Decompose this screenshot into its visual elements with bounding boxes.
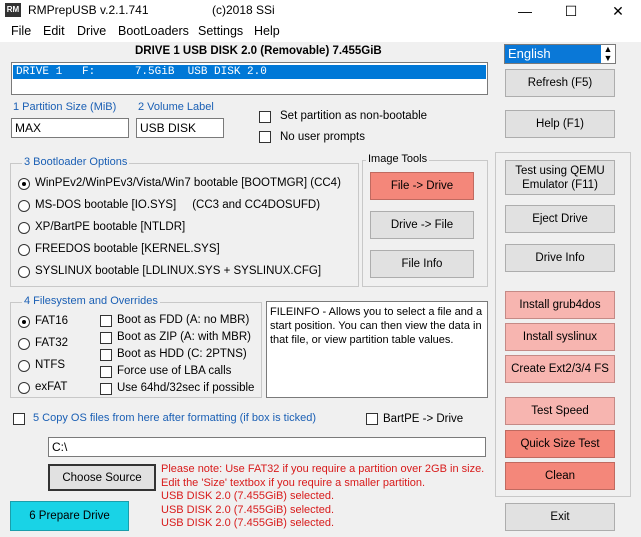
copy-os-checkbox[interactable] (13, 413, 25, 425)
menu-bootloaders[interactable]: BootLoaders (118, 24, 189, 38)
volume-label-label: 2 Volume Label (138, 101, 214, 113)
status-line: USB DISK 2.0 (7.455GiB) selected. (161, 490, 335, 502)
drive-info-button[interactable]: Drive Info (505, 244, 615, 272)
menu-settings[interactable]: Settings (198, 24, 243, 38)
drive-list-item[interactable]: DRIVE 1 F: 7.5GiB USB DISK 2.0 (13, 65, 486, 79)
install-syslinux-button[interactable]: Install syslinux (505, 323, 615, 351)
fs-radio-exfat[interactable] (18, 382, 30, 394)
drive-list[interactable]: DRIVE 1 F: 7.5GiB USB DISK 2.0 (11, 62, 488, 95)
menu-drive[interactable]: Drive (77, 24, 106, 38)
install-grub4dos-button[interactable]: Install grub4dos (505, 291, 615, 319)
fs-label-exfat: exFAT (35, 381, 68, 393)
bootloader-option-2: XP/BartPE bootable [NTLDR] (35, 221, 186, 233)
refresh-button[interactable]: Refresh (F5) (505, 69, 615, 97)
override-checkbox-zip[interactable] (100, 332, 112, 344)
override-label-fdd: Boot as FDD (A: no MBR) (117, 314, 250, 326)
volume-label-input[interactable]: USB DISK (136, 118, 224, 138)
bartpe-checkbox[interactable] (366, 413, 378, 425)
status-line: USB DISK 2.0 (7.455GiB) selected. (161, 517, 335, 529)
info-text-box: FILEINFO - Allows you to select a file a… (266, 301, 488, 398)
override-label-zip: Boot as ZIP (A: with MBR) (117, 331, 251, 343)
bootloader-option-0: WinPEv2/WinPEv3/Vista/Win7 bootable [BOO… (35, 177, 341, 189)
menu-edit[interactable]: Edit (43, 24, 65, 38)
eject-drive-button[interactable]: Eject Drive (505, 205, 615, 233)
override-label-lba: Force use of LBA calls (117, 365, 232, 377)
source-path-input[interactable]: C:\ (48, 437, 486, 457)
help-button[interactable]: Help (F1) (505, 110, 615, 138)
override-label-hdd: Boot as HDD (C: 2PTNS) (117, 348, 247, 360)
non-bootable-checkbox[interactable] (259, 111, 271, 123)
test-speed-button[interactable]: Test Speed (505, 397, 615, 425)
maximize-icon[interactable]: ☐ (548, 0, 594, 22)
copy-os-label: 5 Copy OS files from here after formatti… (33, 412, 317, 424)
fs-label-fat32: FAT32 (35, 337, 69, 349)
status-log: Please note: Use FAT32 if you require a … (161, 463, 491, 531)
filesystem-title: 4 Filesystem and Overrides (22, 295, 160, 307)
bootloader-title: 3 Bootloader Options (22, 156, 130, 168)
title-bar: RM RMPrepUSB v.2.1.741 (c)2018 SSi — ☐ ✕ (0, 0, 641, 22)
bootloader-option-4: SYSLINUX bootable [LDLINUX.SYS + SYSLINU… (35, 265, 322, 277)
override-label-64hd: Use 64hd/32sec if possible (117, 382, 255, 394)
fs-radio-ntfs[interactable] (18, 360, 30, 372)
choose-source-button[interactable]: Choose Source (48, 464, 156, 491)
menu-help[interactable]: Help (254, 24, 280, 38)
fs-radio-fat16[interactable] (18, 316, 30, 328)
non-bootable-label: Set partition as non-bootable (280, 110, 428, 122)
arrow-down-icon[interactable]: ▼ (601, 54, 615, 63)
bootloader-radio-1[interactable] (18, 200, 30, 212)
partition-size-label: 1 Partition Size (MiB) (13, 101, 117, 113)
minimize-icon[interactable]: — (502, 0, 548, 22)
bootloader-option-3: FREEDOS bootable [KERNEL.SYS] (35, 243, 220, 255)
fs-label-ntfs: NTFS (35, 359, 66, 371)
no-prompts-checkbox[interactable] (259, 131, 271, 143)
bootloader-radio-2[interactable] (18, 222, 30, 234)
status-line: USB DISK 2.0 (7.455GiB) selected. (161, 503, 335, 516)
image-tools-title: Image Tools (366, 153, 430, 165)
fs-radio-fat32[interactable] (18, 338, 30, 350)
bootloader-radio-3[interactable] (18, 244, 30, 256)
partition-size-input[interactable]: MAX (11, 118, 129, 138)
bootloader-radio-4[interactable] (18, 266, 30, 278)
override-checkbox-lba[interactable] (100, 366, 112, 378)
bootloader-option-1: MS-DOS bootable [IO.SYS] (CC3 and CC4DOS… (35, 199, 321, 211)
drive-to-file-button[interactable]: Drive -> File (370, 211, 474, 239)
status-line: Please note: Use FAT32 if you require a … (161, 463, 485, 475)
exit-button[interactable]: Exit (505, 503, 615, 531)
create-ext-button[interactable]: Create Ext2/3/4 FS (505, 355, 615, 383)
language-value: English (508, 46, 551, 61)
file-to-drive-button[interactable]: File -> Drive (370, 172, 474, 200)
drive-header: DRIVE 1 USB DISK 2.0 (Removable) 7.455Gi… (135, 45, 382, 57)
window-title: RMPrepUSB v.2.1.741 (28, 3, 149, 17)
app-icon: RM (5, 3, 21, 17)
override-checkbox-fdd[interactable] (100, 315, 112, 327)
bootloader-radio-0[interactable] (18, 178, 30, 190)
language-select[interactable]: English ▲ ▼ (504, 44, 616, 64)
test-qemu-button[interactable]: Test using QEMU Emulator (F11) (505, 160, 615, 195)
close-icon[interactable]: ✕ (595, 0, 641, 22)
status-line: Edit the 'Size' textbox if you require a… (161, 476, 426, 489)
file-info-button[interactable]: File Info (370, 250, 474, 278)
fs-label-fat16: FAT16 (35, 315, 69, 327)
clean-button[interactable]: Clean (505, 462, 615, 490)
quick-size-test-button[interactable]: Quick Size Test (505, 430, 615, 458)
no-prompts-label: No user prompts (280, 131, 366, 143)
menu-file[interactable]: File (11, 24, 31, 38)
bartpe-label: BartPE -> Drive (383, 413, 464, 425)
spin-arrows-icon[interactable]: ▲ ▼ (601, 45, 615, 63)
override-checkbox-hdd[interactable] (100, 349, 112, 361)
window-copyright: (c)2018 SSi (212, 3, 275, 17)
override-checkbox-64hd[interactable] (100, 383, 112, 395)
prepare-drive-button[interactable]: 6 Prepare Drive (10, 501, 129, 531)
